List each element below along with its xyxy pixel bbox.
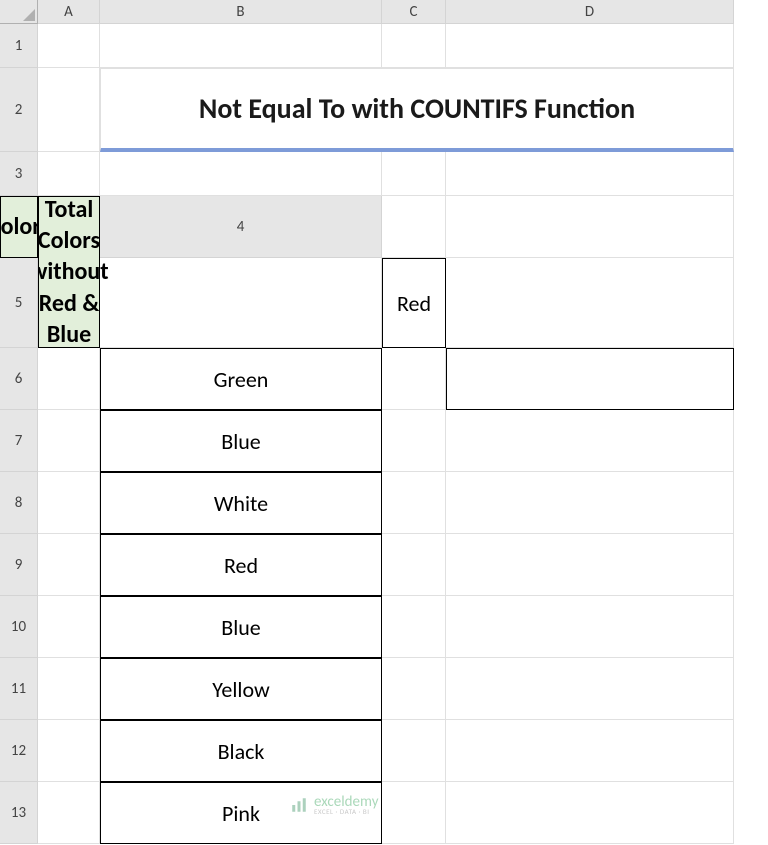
row-header-5[interactable]: 5 <box>0 258 38 348</box>
cell-A7[interactable] <box>38 410 100 472</box>
cell-C11[interactable] <box>382 658 446 720</box>
cell-C13[interactable] <box>382 782 446 844</box>
row-header-1[interactable]: 1 <box>0 24 38 68</box>
cell-B1[interactable] <box>100 24 382 68</box>
watermark-tagline: EXCEL · DATA · BI <box>314 809 378 816</box>
cell-D8[interactable] <box>446 472 734 534</box>
color-cell-3[interactable]: Blue <box>100 410 382 472</box>
cell-D11[interactable] <box>446 658 734 720</box>
cell-C7[interactable] <box>382 410 446 472</box>
cell-A2[interactable] <box>38 68 100 152</box>
cell-A3[interactable] <box>38 152 100 196</box>
cell-D9[interactable] <box>446 534 734 596</box>
cell-D12[interactable] <box>446 720 734 782</box>
color-cell-5[interactable]: Red <box>100 534 382 596</box>
cell-C5[interactable] <box>446 258 734 348</box>
cell-A13[interactable] <box>38 782 100 844</box>
col-header-D[interactable]: D <box>446 0 734 24</box>
cell-A1[interactable] <box>38 24 100 68</box>
cell-D1[interactable] <box>446 24 734 68</box>
result-header[interactable]: Total Colors without Red & Blue <box>38 196 100 348</box>
cell-A9[interactable] <box>38 534 100 596</box>
cell-C4[interactable] <box>446 196 734 258</box>
cell-C12[interactable] <box>382 720 446 782</box>
result-cell[interactable] <box>446 348 734 410</box>
row-header-12[interactable]: 12 <box>0 720 38 782</box>
cell-D13[interactable] <box>446 782 734 844</box>
color-cell-1[interactable]: Red <box>382 258 446 348</box>
cell-C6[interactable] <box>382 348 446 410</box>
cell-A4[interactable] <box>382 196 446 258</box>
cell-A11[interactable] <box>38 658 100 720</box>
row-header-6[interactable]: 6 <box>0 348 38 410</box>
col-header-C[interactable]: C <box>382 0 446 24</box>
select-all-corner[interactable] <box>0 0 38 24</box>
color-cell-4[interactable]: White <box>100 472 382 534</box>
row-header-8[interactable]: 8 <box>0 472 38 534</box>
cell-C8[interactable] <box>382 472 446 534</box>
row-header-4[interactable]: 4 <box>100 196 382 258</box>
cell-D3[interactable] <box>446 152 734 196</box>
cell-D10[interactable] <box>446 596 734 658</box>
row-header-3[interactable]: 3 <box>0 152 38 196</box>
cell-B3[interactable] <box>100 152 382 196</box>
cell-A8[interactable] <box>38 472 100 534</box>
page-title[interactable]: Not Equal To with COUNTIFS Function <box>100 68 734 152</box>
spreadsheet-grid[interactable]: A B C D 1 2 Not Equal To with COUNTIFS F… <box>0 0 768 844</box>
row-header-9[interactable]: 9 <box>0 534 38 596</box>
color-cell-7[interactable]: Yellow <box>100 658 382 720</box>
col-header-A[interactable]: A <box>38 0 100 24</box>
row-header-11[interactable]: 11 <box>0 658 38 720</box>
cell-C10[interactable] <box>382 596 446 658</box>
row-header-2[interactable]: 2 <box>0 68 38 152</box>
cell-A6[interactable] <box>38 348 100 410</box>
cell-C3[interactable] <box>382 152 446 196</box>
cell-A12[interactable] <box>38 720 100 782</box>
color-cell-8[interactable]: Black <box>100 720 382 782</box>
cell-C1[interactable] <box>382 24 446 68</box>
cell-D7[interactable] <box>446 410 734 472</box>
cell-C9[interactable] <box>382 534 446 596</box>
color-cell-2[interactable]: Green <box>100 348 382 410</box>
cell-A5[interactable] <box>100 258 382 348</box>
chart-icon <box>290 796 308 814</box>
watermark-logo: exceldemy EXCEL · DATA · BI <box>290 795 378 816</box>
row-header-10[interactable]: 10 <box>0 596 38 658</box>
col-header-B[interactable]: B <box>100 0 382 24</box>
row-header-13[interactable]: 13 <box>0 782 38 844</box>
cell-A10[interactable] <box>38 596 100 658</box>
color-cell-6[interactable]: Blue <box>100 596 382 658</box>
row-header-7[interactable]: 7 <box>0 410 38 472</box>
